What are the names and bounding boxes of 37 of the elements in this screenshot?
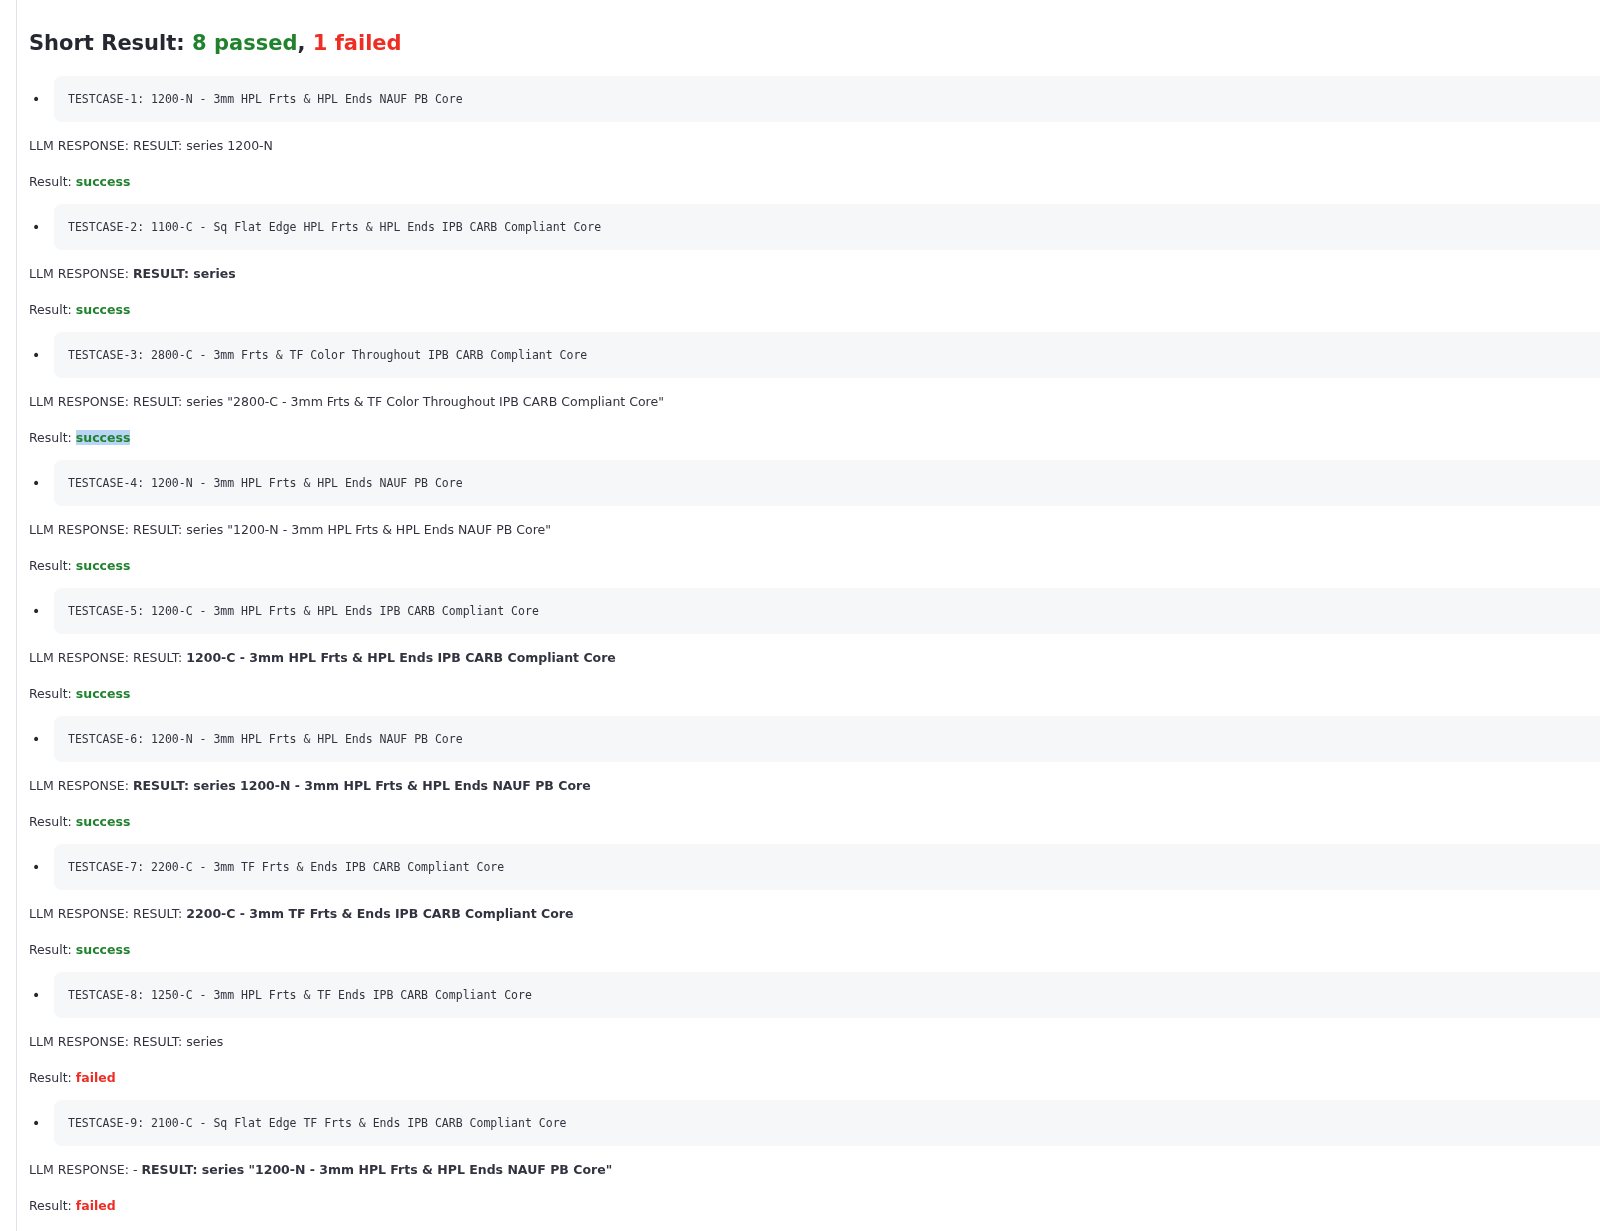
code-block: TESTCASE-1: 1200-N - 3mm HPL Frts & HPL Ends NAUF PB Core: [54, 76, 1600, 122]
code-block: TESTCASE-5: 1200-C - 3mm HPL Frts & HPL Ends IPB CARB Compliant Core: [54, 588, 1600, 634]
bullet-point: •: [31, 1115, 42, 1131]
code-block: TESTCASE-2: 1100-C - Sq Flat Edge HPL Frts & HPL Ends IPB CARB Compliant Core: [54, 204, 1600, 250]
bullet-point: •: [31, 731, 42, 747]
bullet-point: •: [31, 219, 42, 235]
code-block: TESTCASE-9: 2100-C - Sq Flat Edge TF Frts & Ends IPB CARB Compliant Core: [54, 1100, 1600, 1146]
llm-response-text: LLM RESPONSE: RESULT: series 1200-N: [29, 137, 273, 155]
result-line: Result: success: [29, 941, 131, 959]
llm-response-text: LLM RESPONSE: RESULT: series 1200-N - 3mm HPL Frts & HPL Ends NAUF PB Core: [29, 777, 591, 795]
code-block: TESTCASE-4: 1200-N - 3mm HPL Frts & HPL Ends NAUF PB Core: [54, 460, 1600, 506]
bullet-point: •: [31, 475, 42, 491]
result-line: Result: success: [29, 813, 131, 831]
bullet-point: •: [31, 859, 42, 875]
result-line: Result: success: [29, 173, 131, 191]
llm-response-text: LLM RESPONSE: RESULT: series: [29, 265, 236, 283]
result-line: Result: failed: [29, 1069, 116, 1087]
llm-response-text: LLM RESPONSE: RESULT: series "2800-C - 3mm Frts & TF Color Throughout IPB CARB Compliant Core": [29, 393, 664, 411]
bullet-point: •: [31, 347, 42, 363]
code-block: TESTCASE-7: 2200-C - 3mm TF Frts & Ends IPB CARB Compliant Core: [54, 844, 1600, 890]
code-block: TESTCASE-3: 2800-C - 3mm Frts & TF Color Throughout IPB CARB Compliant Core: [54, 332, 1600, 378]
result-line: Result: success: [29, 301, 131, 319]
code-block: TESTCASE-8: 1250-C - 3mm HPL Frts & TF Ends IPB CARB Compliant Core: [54, 972, 1600, 1018]
result-line: Result: failed: [29, 1197, 116, 1215]
bullet-point: •: [31, 91, 42, 107]
result-line: Result: success: [29, 557, 131, 575]
llm-response-text: LLM RESPONSE: RESULT: series: [29, 1033, 224, 1051]
llm-response-text: LLM RESPONSE: RESULT: series "1200-N - 3mm HPL Frts & HPL Ends NAUF PB Core": [29, 521, 551, 539]
llm-response-text: LLM RESPONSE: RESULT: 2200-C - 3mm TF Frts & Ends IPB CARB Compliant Core: [29, 905, 574, 923]
bullet-point: •: [31, 987, 42, 1003]
llm-response-text: LLM RESPONSE: - RESULT: series "1200-N - 3mm HPL Frts & HPL Ends NAUF PB Core": [29, 1161, 613, 1179]
result-line: Result: success: [29, 429, 131, 447]
llm-response-text: LLM RESPONSE: RESULT: 1200-C - 3mm HPL Frts & HPL Ends IPB CARB Compliant Core: [29, 649, 616, 667]
summary-heading: Short Result: 8 passed, 1 failed: [29, 30, 402, 57]
code-block: TESTCASE-6: 1200-N - 3mm HPL Frts & HPL Ends NAUF PB Core: [54, 716, 1600, 762]
bullet-point: •: [31, 603, 42, 619]
result-line: Result: success: [29, 685, 131, 703]
